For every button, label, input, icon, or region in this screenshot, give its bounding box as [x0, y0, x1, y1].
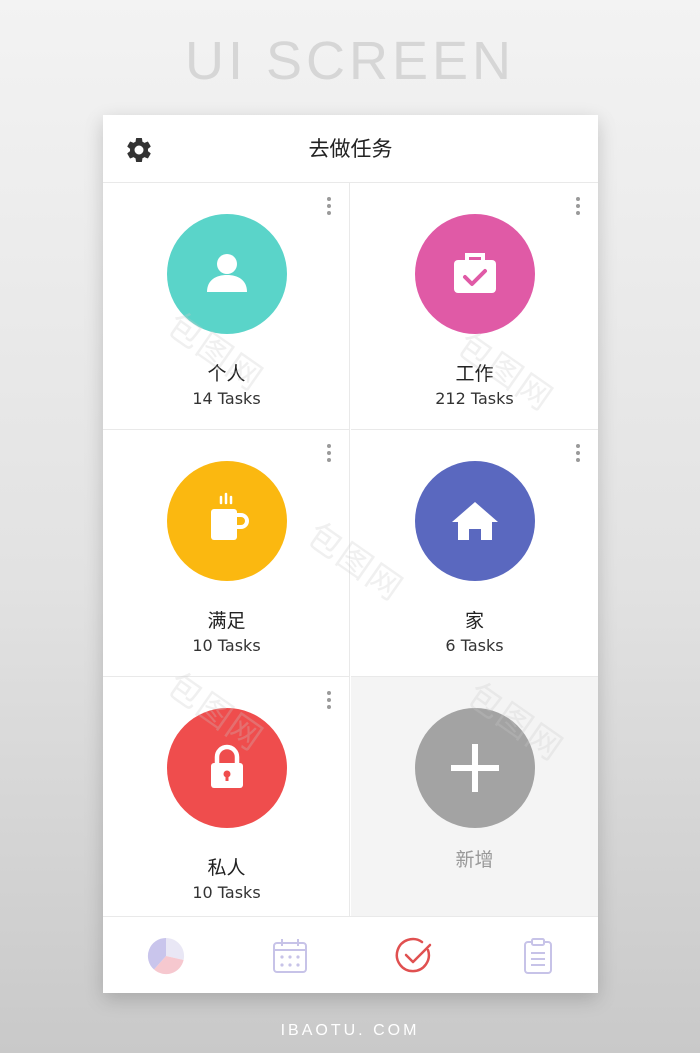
category-task-count: 10 Tasks	[192, 636, 261, 655]
dot-icon	[327, 451, 331, 455]
category-card-work[interactable]: 工作 212 Tasks	[351, 183, 598, 430]
category-card-home[interactable]: 家 6 Tasks	[351, 430, 598, 677]
category-task-count: 212 Tasks	[435, 389, 514, 408]
dot-icon	[576, 451, 580, 455]
lock-icon	[211, 744, 243, 788]
category-name: 家	[464, 610, 484, 632]
tab-notes[interactable]	[475, 917, 598, 993]
category-task-count: 6 Tasks	[445, 636, 504, 655]
add-category-label: 新增	[455, 849, 494, 871]
more-options-button[interactable]	[573, 197, 583, 223]
category-icon-circle	[167, 461, 287, 581]
category-name: 私人	[207, 857, 246, 879]
more-options-button[interactable]	[573, 444, 583, 470]
add-category-button[interactable]: 新增	[351, 677, 598, 916]
pie-chart-icon	[147, 937, 185, 975]
category-name: 工作	[455, 363, 494, 385]
house-icon	[452, 502, 498, 540]
dot-icon	[576, 444, 580, 448]
phone-screen: 去做任务 个人 14 Tasks 工作 212 Tasks 满足 10 Task…	[103, 115, 598, 993]
dot-icon	[576, 458, 580, 462]
category-task-count: 10 Tasks	[192, 883, 261, 902]
person-icon	[207, 254, 247, 292]
dot-icon	[327, 197, 331, 201]
dot-icon	[327, 204, 331, 208]
dot-icon	[327, 211, 331, 215]
page-title: 去做任务	[308, 137, 393, 161]
briefcase-check-icon	[454, 253, 496, 293]
check-circle-icon	[395, 937, 432, 973]
coffee-mug-icon	[211, 492, 249, 540]
dot-icon	[327, 691, 331, 695]
dot-icon	[327, 705, 331, 709]
category-grid: 个人 14 Tasks 工作 212 Tasks 满足 10 Tasks 家 6…	[103, 183, 598, 916]
category-card-satisfaction[interactable]: 满足 10 Tasks	[103, 430, 350, 677]
more-options-button[interactable]	[324, 691, 334, 717]
footer-watermark: IBAOTU. COM	[280, 1022, 420, 1039]
more-options-button[interactable]	[324, 444, 334, 470]
category-card-personal[interactable]: 个人 14 Tasks	[103, 183, 350, 430]
bottom-tab-bar	[103, 916, 598, 993]
dot-icon	[576, 197, 580, 201]
calendar-icon	[273, 939, 307, 973]
tab-stats[interactable]	[103, 917, 226, 993]
category-icon-circle	[167, 214, 287, 334]
tab-tasks[interactable]	[351, 917, 474, 993]
category-card-private[interactable]: 私人 10 Tasks	[103, 677, 350, 916]
tab-calendar[interactable]	[227, 917, 350, 993]
category-icon-circle	[415, 214, 535, 334]
clipboard-icon	[524, 938, 552, 974]
category-name: 个人	[207, 363, 246, 385]
add-icon-circle	[415, 708, 535, 828]
category-name: 满足	[207, 610, 246, 632]
more-options-button[interactable]	[324, 197, 334, 223]
dot-icon	[576, 204, 580, 208]
plus-icon	[451, 744, 499, 792]
category-icon-circle	[167, 708, 287, 828]
dot-icon	[327, 698, 331, 702]
dot-icon	[327, 444, 331, 448]
dot-icon	[327, 458, 331, 462]
banner-title: UI SCREEN	[184, 31, 516, 91]
category-task-count: 14 Tasks	[192, 389, 261, 408]
category-icon-circle	[415, 461, 535, 581]
dot-icon	[576, 211, 580, 215]
app-header: 去做任务	[103, 115, 598, 183]
